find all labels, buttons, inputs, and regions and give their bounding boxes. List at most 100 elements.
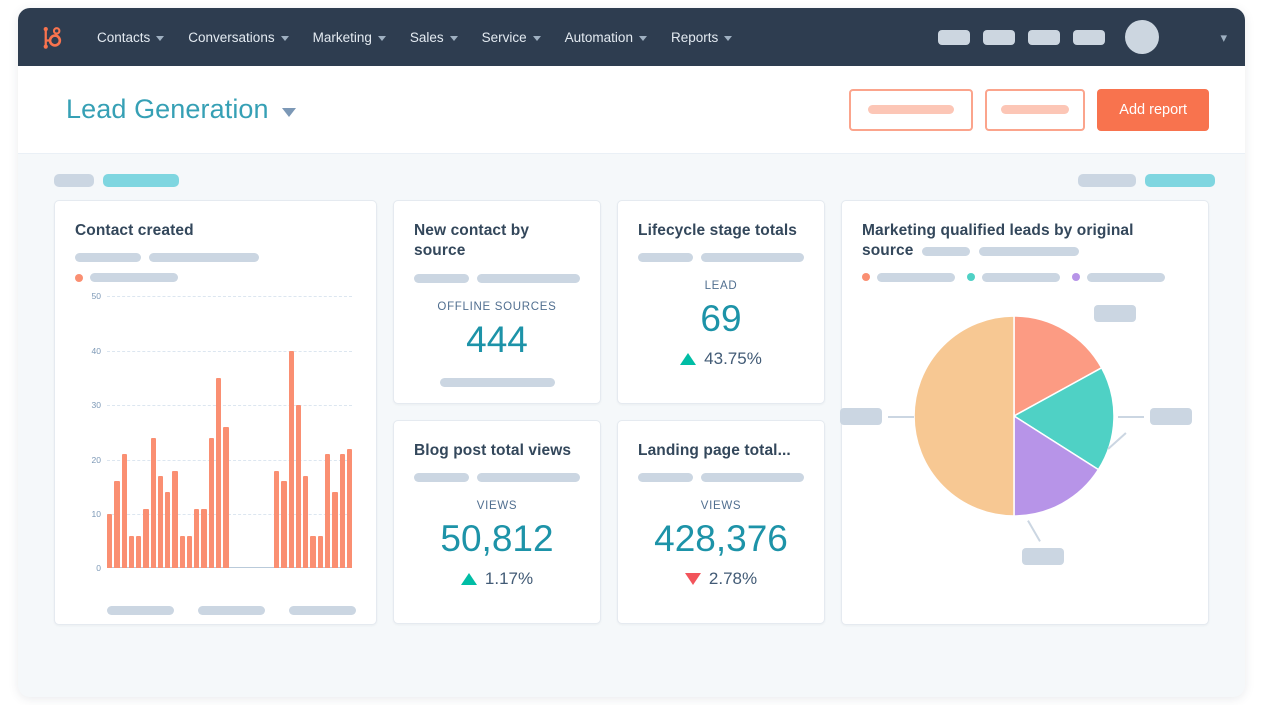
bar[interactable] <box>165 492 171 569</box>
navbar-utilities: ▾ <box>938 20 1227 54</box>
caret-down-icon <box>281 108 296 117</box>
chart-legend <box>75 273 356 283</box>
y-axis-tick: 0 <box>96 563 101 574</box>
secondary-action-button-2[interactable] <box>985 88 1086 131</box>
x-label-placeholder <box>107 606 174 616</box>
subtitle-placeholder <box>477 273 580 283</box>
dashboard-selector[interactable]: Lead Generation <box>66 94 296 125</box>
subtitle-placeholder <box>701 473 804 483</box>
kpi-footer-placeholder <box>439 377 555 387</box>
legend-label-placeholder <box>982 272 1060 282</box>
nav-item-automation[interactable]: Automation <box>554 22 658 53</box>
card-title: New contact by source <box>414 222 530 260</box>
nav-item-contacts[interactable]: Contacts <box>86 22 175 53</box>
trend-up-icon <box>680 353 697 366</box>
nav-item-label: Sales <box>409 29 444 45</box>
button-label-placeholder <box>1001 105 1070 114</box>
legend-dot-icon <box>967 273 975 282</box>
navbar-placeholder-4[interactable] <box>1073 29 1106 45</box>
pie-slice[interactable] <box>913 315 1015 517</box>
bar[interactable] <box>150 437 156 569</box>
bar[interactable] <box>310 535 316 569</box>
kpi-label: VIEWS <box>476 500 518 513</box>
card-subtitle-placeholders <box>638 253 804 263</box>
card-blog-post-total-views: Blog post total views VIEWS 50,812 1.17% <box>393 420 601 624</box>
bar[interactable] <box>223 427 229 569</box>
bar[interactable] <box>332 492 338 569</box>
nav-item-reports[interactable]: Reports <box>660 22 743 53</box>
bar[interactable] <box>288 350 294 569</box>
filter-bar <box>18 154 1245 198</box>
kpi-column-1: New contact by source OFFLINE SOURCES 44… <box>393 200 601 624</box>
filter-placeholder-value[interactable] <box>1145 173 1215 187</box>
bar[interactable] <box>215 378 222 569</box>
bar[interactable] <box>114 481 120 569</box>
nav-item-service[interactable]: Service <box>471 22 552 53</box>
navbar-placeholder-2[interactable] <box>983 29 1016 45</box>
kpi-delta: 1.17% <box>460 569 533 589</box>
x-axis-labels <box>107 606 356 616</box>
filter-placeholder-label[interactable] <box>54 173 94 187</box>
bar[interactable] <box>201 508 207 569</box>
kpi-body: LEAD 69 43.75% <box>638 280 804 369</box>
chevron-down-icon <box>377 35 386 41</box>
add-report-button[interactable]: Add report <box>1097 88 1209 131</box>
bar[interactable] <box>317 535 323 569</box>
card-title: Landing page total... <box>638 442 791 459</box>
screenshot-root: Contacts Conversations Marketing Sales S… <box>0 0 1263 705</box>
navbar-placeholder-3[interactable] <box>1028 29 1061 45</box>
subtitle-placeholder <box>414 273 470 283</box>
bar[interactable] <box>186 535 193 569</box>
secondary-action-button-1[interactable] <box>849 88 974 131</box>
bar[interactable] <box>157 475 164 569</box>
pie-legend <box>862 272 1188 282</box>
y-axis-tick: 20 <box>91 454 101 465</box>
legend-dot-icon <box>1072 273 1080 282</box>
nav-item-sales[interactable]: Sales <box>399 22 469 53</box>
bar[interactable] <box>143 508 149 569</box>
nav-item-label: Marketing <box>312 29 372 45</box>
bar[interactable] <box>324 454 331 569</box>
bar[interactable] <box>128 535 135 569</box>
bar[interactable] <box>281 481 287 569</box>
bar[interactable] <box>107 514 113 569</box>
bar[interactable] <box>295 405 302 569</box>
card-subtitle-placeholders <box>75 253 356 263</box>
hubspot-sprocket-icon[interactable] <box>34 20 68 54</box>
nav-item-label: Automation <box>564 29 633 45</box>
nav-item-marketing[interactable]: Marketing <box>302 22 397 53</box>
top-navigation-bar: Contacts Conversations Marketing Sales S… <box>18 8 1245 66</box>
bar[interactable] <box>346 448 353 569</box>
kpi-body: VIEWS 428,376 2.78% <box>638 500 804 589</box>
pie-label-placeholder <box>1150 407 1192 425</box>
bar[interactable] <box>339 454 345 569</box>
legend-dot-icon <box>75 273 83 282</box>
kpi-label: LEAD <box>704 280 738 293</box>
chevron-down-icon <box>532 35 541 41</box>
account-chevron-down-icon[interactable]: ▾ <box>1220 31 1227 44</box>
legend-label-placeholder <box>877 272 955 282</box>
y-axis-tick: 30 <box>91 400 101 411</box>
bar[interactable] <box>194 508 200 569</box>
card-title: Contact created <box>75 222 194 239</box>
card-title: Marketing qualified leads by original so… <box>862 221 1188 262</box>
bar[interactable] <box>303 475 309 569</box>
bar[interactable] <box>121 454 127 569</box>
chevron-down-icon <box>638 35 647 41</box>
bar[interactable] <box>136 535 142 569</box>
card-title-line-1: Marketing qualified leads by original <box>862 222 1134 239</box>
bar[interactable] <box>274 470 280 569</box>
filter-placeholder-label[interactable] <box>1078 173 1136 187</box>
bar[interactable] <box>179 535 185 569</box>
plot-area <box>107 296 353 569</box>
nav-item-conversations[interactable]: Conversations <box>177 22 299 53</box>
bar-series <box>107 296 353 569</box>
kpi-column-2: Lifecycle stage totals LEAD 69 43.75% La… <box>617 200 825 624</box>
filter-placeholder-value[interactable] <box>103 173 179 187</box>
card-subtitle-placeholders <box>638 473 804 483</box>
bar[interactable] <box>208 437 214 569</box>
card-title-line-2: source <box>862 242 914 260</box>
navbar-placeholder-1[interactable] <box>938 29 971 45</box>
bar[interactable] <box>172 470 178 569</box>
avatar[interactable] <box>1125 20 1160 54</box>
